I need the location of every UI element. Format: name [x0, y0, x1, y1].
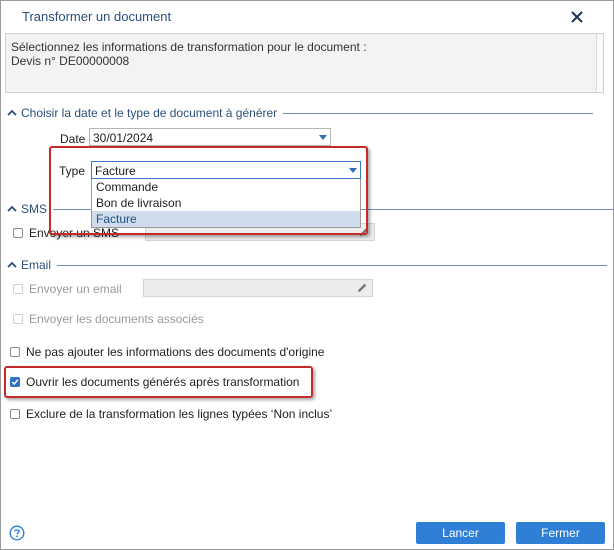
fermer-button[interactable]: Fermer	[516, 522, 605, 544]
no-origin-info-label: Ne pas ajouter les informations des docu…	[26, 345, 325, 359]
section-divider	[283, 112, 594, 114]
chevron-up-icon[interactable]	[5, 106, 19, 120]
title-bar: Transformer un document	[1, 1, 613, 33]
no-origin-info-checkbox[interactable]	[10, 347, 20, 357]
email-label: Envoyer un email	[29, 282, 122, 296]
section-label: Email	[21, 258, 52, 272]
date-field[interactable]: 30/01/2024	[89, 128, 331, 146]
section-label: Choisir la date et le type de document à…	[21, 106, 278, 120]
dropdown-option[interactable]: Bon de livraison	[92, 195, 360, 211]
pencil-icon	[356, 282, 368, 297]
date-value: 30/01/2024	[93, 131, 154, 145]
help-icon[interactable]	[9, 525, 25, 541]
pencil-icon	[358, 226, 370, 241]
type-select[interactable]: Facture	[91, 161, 361, 179]
exclude-lines-checkbox[interactable]	[10, 409, 20, 419]
section-label: SMS	[21, 202, 48, 216]
section-date-type[interactable]: Choisir la date et le type de document à…	[5, 105, 594, 121]
lancer-button[interactable]: Lancer	[416, 522, 505, 544]
info-box: Sélectionnez les informations de transfo…	[5, 33, 604, 93]
close-icon	[571, 11, 583, 23]
open-generated-label: Ouvrir les documents générés après trans…	[26, 375, 300, 389]
chevron-down-icon[interactable]	[349, 168, 357, 173]
open-generated-checkbox[interactable]	[10, 377, 20, 387]
exclude-lines-label: Exclure de la transformation les lignes …	[26, 407, 333, 421]
dropdown-option-selected[interactable]: Facture	[92, 211, 360, 227]
info-text: Sélectionnez les informations de transfo…	[11, 40, 367, 54]
checkmark-icon	[11, 379, 19, 386]
chevron-up-icon[interactable]	[5, 202, 19, 216]
document-reference: Devis n° DE00000008	[11, 54, 130, 68]
sms-checkbox[interactable]	[13, 228, 23, 238]
close-button[interactable]	[565, 5, 589, 29]
chevron-down-icon[interactable]	[319, 135, 327, 140]
attach-docs-checkbox[interactable]	[13, 314, 23, 324]
type-label: Type	[59, 164, 86, 178]
email-field	[143, 279, 373, 297]
attach-docs-label: Envoyer les documents associés	[29, 312, 204, 326]
transform-dialog: Transformer un document Sélectionnez les…	[0, 0, 614, 550]
info-scrollbar[interactable]	[596, 34, 603, 92]
date-label: Date	[60, 132, 86, 146]
section-divider	[57, 264, 608, 266]
chevron-up-icon[interactable]	[5, 258, 19, 272]
dialog-title: Transformer un document	[22, 9, 172, 24]
email-checkbox[interactable]	[13, 284, 23, 294]
section-email[interactable]: Email	[5, 257, 608, 273]
dropdown-option[interactable]: Commande	[92, 179, 360, 195]
type-dropdown-list: Commande Bon de livraison Facture	[91, 179, 361, 228]
type-value: Facture	[95, 164, 136, 178]
sms-label: Envoyer un SMS	[29, 226, 120, 240]
